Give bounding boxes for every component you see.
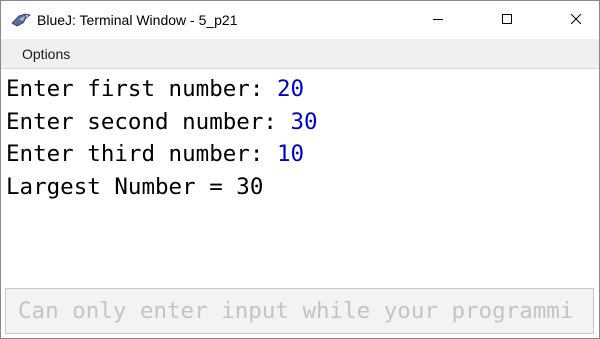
output-line: Enter second number: 30	[6, 106, 318, 139]
maximize-icon	[502, 11, 512, 29]
terminal-input-field[interactable]: Can only enter input while your programm…	[5, 288, 594, 334]
prompt-text: Enter first number:	[6, 76, 277, 102]
output-line: Enter first number: 20	[6, 73, 304, 106]
menu-bar: Options	[1, 39, 599, 69]
close-icon	[570, 11, 582, 29]
user-input-value: 20	[276, 76, 305, 102]
terminal-output: Enter first number: 20 Enter second numb…	[1, 70, 599, 284]
output-line: Largest Number = 30	[6, 171, 263, 204]
terminal-window: BlueJ: Terminal Window - 5_p21 Options E…	[0, 0, 600, 339]
window-title: BlueJ: Terminal Window - 5_p21	[37, 12, 238, 28]
result-text: Largest Number = 30	[6, 174, 264, 200]
output-line: Enter third number: 10	[6, 138, 304, 171]
user-input-value: 30	[290, 109, 318, 135]
prompt-text: Enter third number:	[6, 141, 277, 167]
close-button[interactable]	[553, 1, 599, 39]
user-input-value: 10	[276, 141, 305, 167]
maximize-button[interactable]	[484, 1, 530, 39]
minimize-button[interactable]	[415, 1, 461, 39]
bluej-bird-icon	[11, 11, 31, 29]
input-placeholder: Can only enter input while your programm…	[18, 298, 574, 324]
minimize-icon	[433, 11, 443, 29]
menu-options[interactable]: Options	[22, 46, 70, 62]
title-bar[interactable]: BlueJ: Terminal Window - 5_p21	[1, 1, 599, 39]
prompt-text: Enter second number:	[6, 109, 291, 135]
